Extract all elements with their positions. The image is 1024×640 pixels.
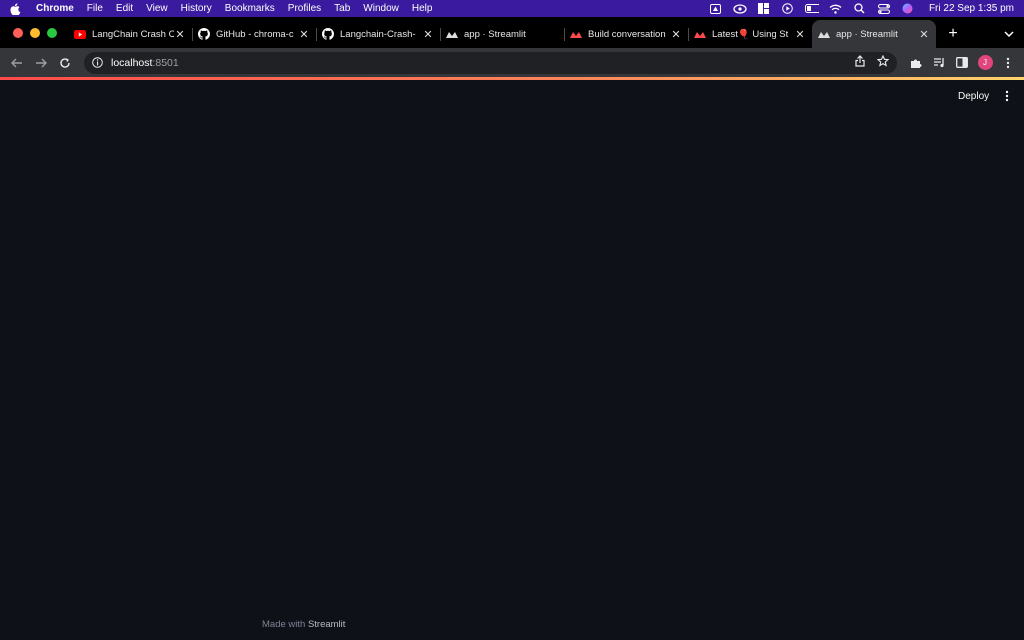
macos-menubar: Chrome File Edit View History Bookmarks … <box>0 0 1024 17</box>
search-icon[interactable] <box>853 3 867 14</box>
siri-icon[interactable] <box>901 3 915 14</box>
tab-search-icon[interactable] <box>994 20 1024 48</box>
layout-icon[interactable] <box>757 3 771 14</box>
app-menu-kebab-icon[interactable] <box>1000 89 1014 103</box>
back-button[interactable] <box>6 52 28 74</box>
browser-tab-2[interactable]: GitHub - chroma-c ✕ <box>192 20 316 48</box>
url-port: :8501 <box>152 56 179 69</box>
browser-toolbar: localhost:8501 J <box>0 48 1024 77</box>
streamlit-icon <box>446 28 458 40</box>
close-tab-icon[interactable] <box>546 28 558 40</box>
close-tab-icon[interactable]: ✕ <box>174 28 186 41</box>
address-bar[interactable]: localhost:8501 <box>84 51 897 74</box>
minimize-window-button[interactable] <box>30 27 40 38</box>
tab-title: Build conversation <box>588 28 666 40</box>
tab-title: GitHub - chroma-c <box>216 28 294 40</box>
github-icon <box>198 28 210 40</box>
tab-title: LangChain Crash C <box>92 28 174 40</box>
browser-tab-5[interactable]: Build conversation ✕ <box>564 20 688 48</box>
streamlit-icon <box>818 28 830 40</box>
reload-button[interactable] <box>54 52 76 74</box>
side-panel-icon[interactable] <box>952 53 972 73</box>
menu-edit[interactable]: Edit <box>116 3 133 14</box>
reading-list-icon[interactable] <box>929 53 949 73</box>
menu-app-chrome[interactable]: Chrome <box>36 3 74 14</box>
youtube-icon <box>74 28 86 40</box>
browser-tab-strip: LangChain Crash C ✕ GitHub - chroma-c ✕ … <box>0 17 1024 48</box>
url-host: localhost <box>111 56 153 69</box>
menu-bookmarks[interactable]: Bookmarks <box>225 3 275 14</box>
forward-button[interactable] <box>30 52 52 74</box>
close-tab-icon[interactable]: ✕ <box>298 28 310 41</box>
zoom-window-button[interactable] <box>47 27 57 38</box>
drive-icon[interactable] <box>709 3 723 14</box>
deploy-button[interactable]: Deploy <box>952 89 995 104</box>
extensions-puzzle-icon[interactable] <box>906 53 926 73</box>
menu-view[interactable]: View <box>146 3 168 14</box>
battery-icon[interactable] <box>804 3 819 14</box>
control-center-icon[interactable] <box>877 3 891 14</box>
browser-tab-4[interactable]: app · Streamlit <box>440 20 564 48</box>
tab-title: Langchain-Crash- <box>340 28 416 40</box>
site-info-icon[interactable] <box>92 57 104 69</box>
menu-help[interactable]: Help <box>412 3 433 14</box>
menubar-clock[interactable]: Fri 22 Sep 1:35 pm <box>929 3 1014 14</box>
close-tab-icon[interactable]: ✕ <box>918 28 930 41</box>
menu-file[interactable]: File <box>87 3 103 14</box>
window-controls <box>0 17 68 48</box>
play-icon[interactable] <box>781 3 795 14</box>
streamlit-icon <box>570 28 582 40</box>
github-icon <box>322 28 334 40</box>
apple-icon[interactable] <box>10 2 22 15</box>
profile-avatar[interactable]: J <box>975 53 995 73</box>
streamlit-link[interactable]: Streamlit <box>308 619 345 630</box>
close-tab-icon[interactable]: ✕ <box>794 28 806 41</box>
menu-tab[interactable]: Tab <box>334 3 350 14</box>
chrome-menu-kebab-icon[interactable] <box>998 53 1018 73</box>
tab-title: app · Streamlit <box>464 28 526 40</box>
wifi-icon[interactable] <box>829 3 843 14</box>
share-icon[interactable] <box>855 55 865 70</box>
streamlit-icon <box>694 28 706 40</box>
menu-profiles[interactable]: Profiles <box>288 3 321 14</box>
menu-window[interactable]: Window <box>363 3 399 14</box>
browser-tab-1[interactable]: LangChain Crash C ✕ <box>68 20 192 48</box>
new-tab-button[interactable]: + <box>940 20 966 48</box>
creative-cloud-icon[interactable] <box>733 3 747 14</box>
bookmark-star-icon[interactable] <box>876 54 890 70</box>
browser-tab-3[interactable]: Langchain-Crash- ✕ <box>316 20 440 48</box>
footer-prefix: Made with <box>262 619 308 630</box>
streamlit-app-page: Deploy Made with Streamlit <box>0 80 1024 640</box>
close-window-button[interactable] <box>13 27 23 38</box>
close-tab-icon[interactable]: ✕ <box>422 28 434 41</box>
status-icons: Fri 22 Sep 1:35 pm <box>709 3 1014 14</box>
browser-tab-6[interactable]: Latest🎈 Using St ✕ <box>688 20 812 48</box>
tab-title: Latest🎈 Using St <box>712 28 789 40</box>
made-with-streamlit-footer: Made with Streamlit <box>262 619 345 630</box>
menu-history[interactable]: History <box>181 3 212 14</box>
close-tab-icon[interactable]: ✕ <box>670 28 682 41</box>
tab-title: app · Streamlit <box>836 28 898 40</box>
browser-tab-7-active[interactable]: app · Streamlit ✕ <box>812 20 936 48</box>
